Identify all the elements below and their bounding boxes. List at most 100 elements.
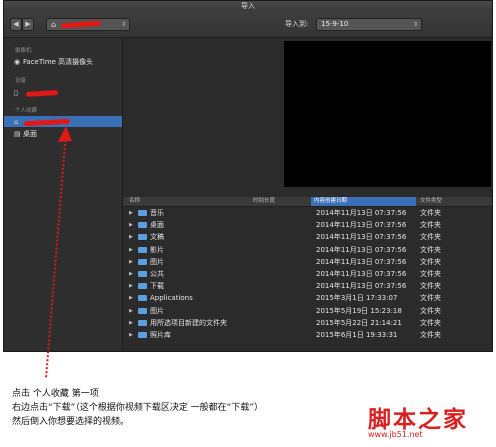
disclosure-triangle-icon[interactable]: ▶ [129,292,133,304]
home-icon: ⌂ [14,118,19,126]
folder-icon [138,234,147,241]
sidebar-item-desktop[interactable]: ▤ 桌面 [14,129,37,139]
table-row[interactable]: ▶ 桌面 2014年11月13日 07:37:56 文件夹 [123,219,492,231]
video-preview [284,41,491,187]
folder-icon [138,222,147,229]
row-kind: 文件夹 [420,269,441,278]
import-destination-select[interactable]: 15-9-10 ⇕ [316,18,422,31]
sidebar-item-facetime[interactable]: ◉ FaceTime 高清摄像头 [14,57,93,67]
drive-icon: ▯ [14,89,18,97]
table-row[interactable]: ▶ 图片 2014年11月13日 07:37:56 文件夹 [123,256,492,268]
row-name: 桌面 [150,221,164,230]
row-date: 2015年6月1日 19:33:31 [316,330,398,339]
folder-icon [138,295,147,302]
disclosure-triangle-icon[interactable]: ▶ [129,268,133,280]
table-row[interactable]: ▶ 音乐 2014年11月13日 07:37:56 文件夹 [123,207,492,219]
row-name: 下载 [150,282,164,291]
table-row[interactable]: ▶ 下载 2014年11月13日 07:37:56 文件夹 [123,280,492,292]
disclosure-triangle-icon[interactable]: ▶ [129,280,133,292]
folder-icon [138,210,147,216]
row-kind: 文件夹 [420,221,441,230]
sidebar-section-devices: 设备 [15,78,27,84]
row-kind: 文件夹 [420,330,441,339]
disclosure-triangle-icon[interactable]: ▶ [129,207,133,219]
sidebar: 摄像机 ◉ FaceTime 高清摄像头 设备 ▯ 个人收藏 ⌂ ▤ 桌面 [4,38,123,351]
folder-icon [138,307,147,314]
chevron-updown-icon: ⇕ [412,21,418,28]
file-list: ▶ 音乐 2014年11月13日 07:37:56 文件夹 ▶ 桌面 2014年11月13日… [123,207,492,341]
row-name: 图片 [150,306,164,315]
sidebar-item-label: FaceTime 高清摄像头 [23,58,94,66]
file-list-header: 名称 时间长度 内容创建日期 文件类型 [123,197,492,207]
row-name: 照片库 [150,330,171,339]
table-row[interactable]: ▶ 用所选项目新建的文件夹 2015年5月22日 21:14:21 文件夹 [123,317,492,329]
table-row[interactable]: ▶ 公共 2014年11月13日 07:37:56 文件夹 [123,268,492,280]
disclosure-triangle-icon[interactable]: ▶ [129,317,133,329]
import-window: 导入 ◀ ▶ ⌂ ⇕ 导入到: 15-9-10 ⇕ 摄像机 ◉ FaceTime … [3,0,493,352]
table-row[interactable]: ▶ 图片 2015年5月19日 15:23:18 文件夹 [123,305,492,317]
row-name: 公共 [150,269,164,278]
desktop-icon: ▤ [14,130,21,138]
column-created-date[interactable]: 内容创建日期 [311,197,416,206]
row-date: 2014年11月13日 07:37:56 [316,269,407,278]
row-name: 用所选项目新建的文件夹 [150,318,227,327]
import-destination-value: 15-9-10 [321,20,349,28]
camera-icon: ◉ [14,58,21,66]
row-kind: 文件夹 [420,318,441,327]
chevron-updown-icon: ⇕ [120,21,126,28]
redaction-mark [25,90,59,97]
sidebar-item-device[interactable]: ▯ [14,88,23,98]
folder-icon [138,283,147,290]
caption: 点击 个人收藏 第一项 右边点击“下载”（这个根据你视频下载区决定 一般都在“下… [12,387,263,429]
row-kind: 文件夹 [420,209,441,217]
row-name: 影片 [150,245,164,254]
row-kind: 文件夹 [420,294,441,303]
row-name: 音乐 [150,209,164,217]
caption-line-1: 点击 个人收藏 第一项 [12,389,99,399]
row-date: 2014年11月13日 07:37:56 [316,233,407,242]
disclosure-triangle-icon[interactable]: ▶ [129,231,133,243]
folder-icon [138,331,147,338]
row-kind: 文件夹 [420,257,441,266]
disclosure-triangle-icon[interactable]: ▶ [129,305,133,317]
row-date: 2014年11月13日 07:37:56 [316,245,407,254]
sidebar-item-home[interactable]: ⌂ [14,117,23,127]
window-title: 导入 [4,1,492,11]
table-row[interactable]: ▶ 影片 2014年11月13日 07:37:56 文件夹 [123,244,492,256]
column-kind[interactable]: 文件类型 [420,197,442,206]
row-kind: 文件夹 [420,282,441,291]
row-date: 2014年11月13日 07:37:56 [316,209,407,217]
folder-icon [138,246,147,253]
watermark-logo: 脚本之家 [368,407,468,433]
row-date: 2014年11月13日 07:37:56 [316,282,407,291]
watermark-url: www.jb51.net [368,430,423,439]
row-date: 2015年3月1日 17:33:07 [316,294,398,303]
row-date: 2014年11月13日 07:37:56 [316,221,407,230]
row-name: 文稿 [150,233,164,242]
disclosure-triangle-icon[interactable]: ▶ [129,256,133,268]
back-button[interactable]: ◀ [10,18,22,31]
disclosure-triangle-icon[interactable]: ▶ [129,244,133,256]
source-select[interactable]: ⌂ ⇕ [46,18,130,31]
import-to-label: 导入到: [285,20,309,28]
table-row[interactable]: ▶ 文稿 2014年11月13日 07:37:56 文件夹 [123,231,492,243]
row-kind: 文件夹 [420,233,441,242]
table-row[interactable]: ▶ 照片库 2015年6月1日 19:33:31 文件夹 [123,329,492,341]
column-name[interactable]: 名称 [129,197,140,206]
sidebar-item-label: 桌面 [23,130,37,138]
column-duration[interactable]: 时间长度 [253,197,275,206]
caption-line-2: 右边点击“下载”（这个根据你视频下载区决定 一般都在“下载”） [12,403,264,413]
forward-button[interactable]: ▶ [22,18,34,31]
row-kind: 文件夹 [420,245,441,254]
caption-line-3: 然后倒入你想要选择的视频。 [12,417,130,427]
disclosure-triangle-icon[interactable]: ▶ [129,329,133,341]
table-row[interactable]: ▶ Applications 2015年3月1日 17:33:07 文件夹 [123,292,492,304]
disclosure-triangle-icon[interactable]: ▶ [129,219,133,231]
sidebar-section-favorites: 个人收藏 [15,108,38,114]
sidebar-section-camera: 摄像机 [15,48,32,54]
row-kind: 文件夹 [420,306,441,315]
row-name: 图片 [150,257,164,266]
redaction-mark [60,20,102,29]
folder-icon [138,270,147,277]
row-date: 2015年5月19日 15:23:18 [316,306,402,315]
